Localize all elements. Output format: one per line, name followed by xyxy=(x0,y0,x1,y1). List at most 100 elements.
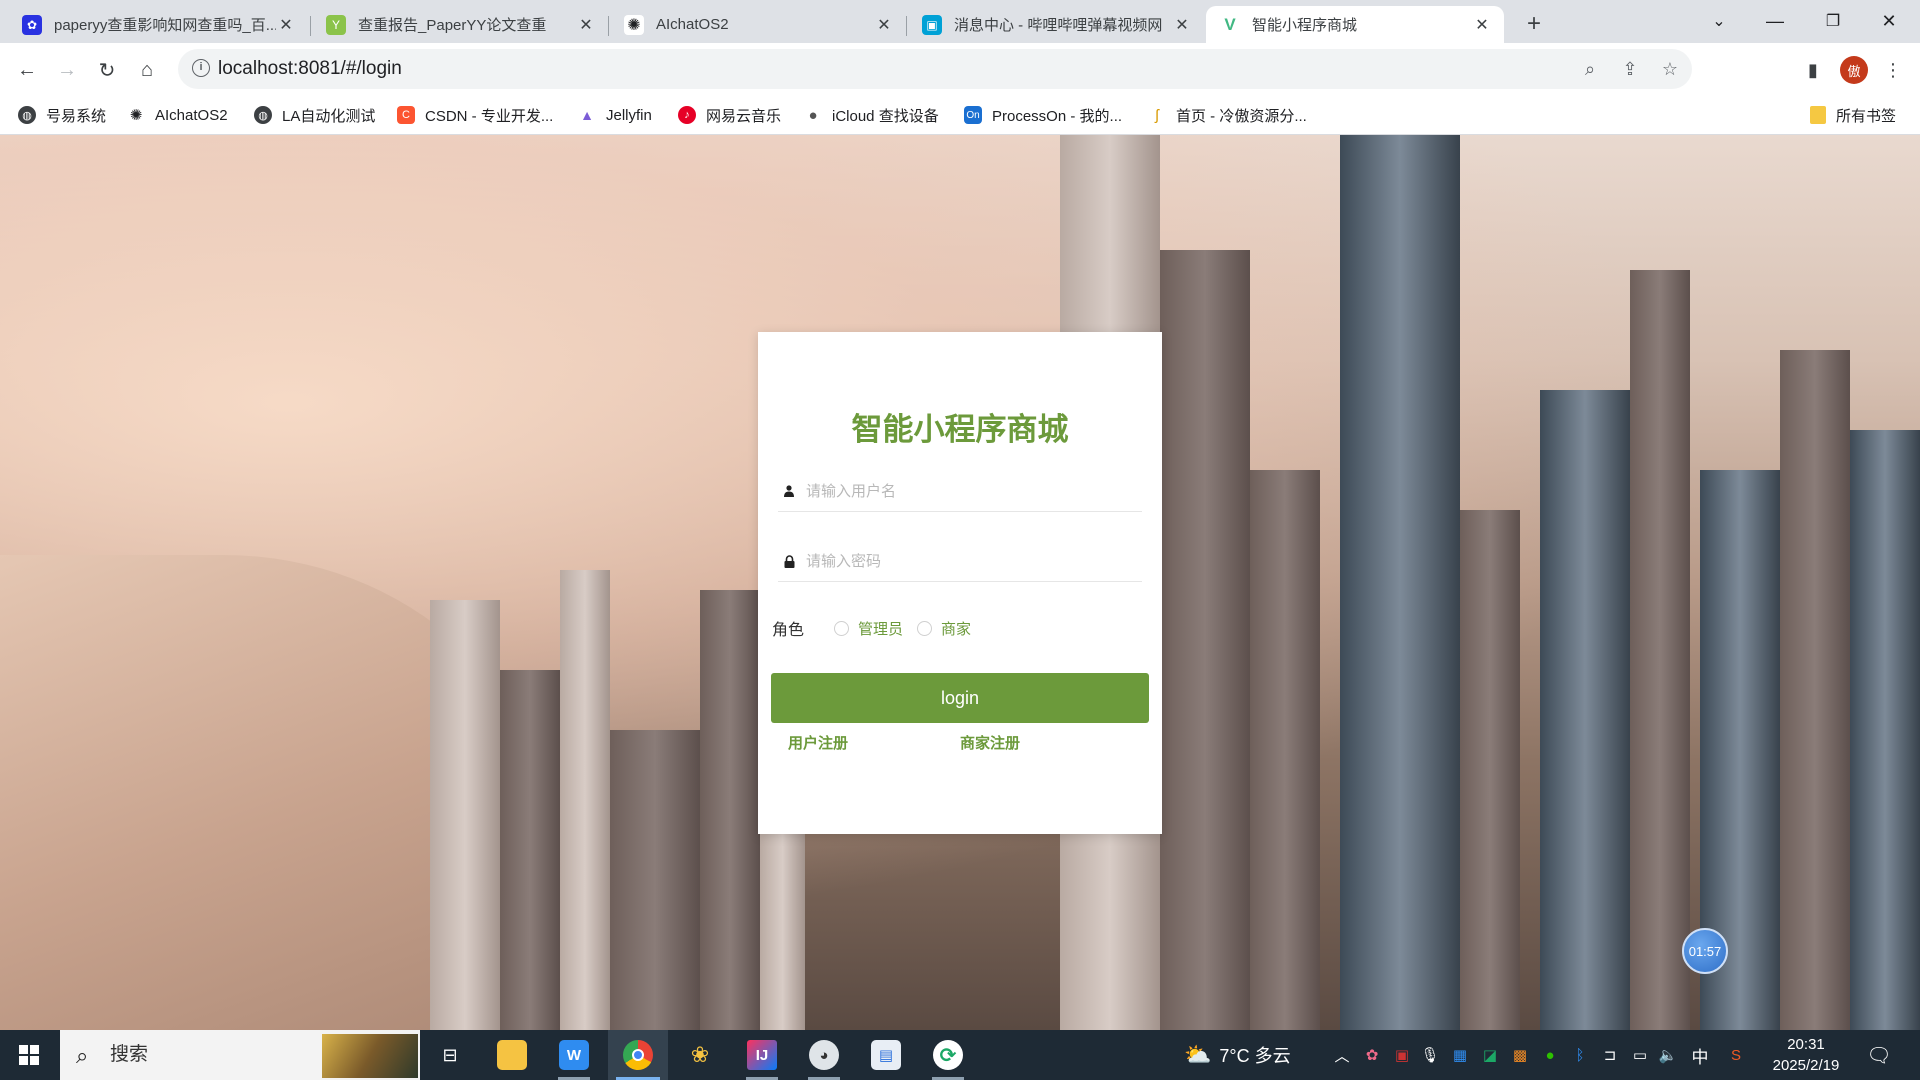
bookmark-item[interactable]: ʃ 首页 - 冷傲资源分... xyxy=(1148,95,1307,135)
close-icon[interactable]: ✕ xyxy=(276,15,296,35)
close-icon[interactable]: ✕ xyxy=(576,15,596,35)
task-view-button[interactable]: ⊟ xyxy=(420,1030,480,1080)
share-icon[interactable]: ⇪ xyxy=(1618,57,1642,81)
radio-circle[interactable] xyxy=(917,620,933,636)
bookmark-item[interactable]: On ProcessOn - 我的... xyxy=(964,95,1122,135)
role-admin-label[interactable]: 管理员 xyxy=(858,618,903,639)
tab-title: AIchatOS2 xyxy=(656,16,729,33)
file-explorer-app[interactable] xyxy=(482,1030,542,1080)
display-icon[interactable]: ▭ xyxy=(1630,1045,1650,1065)
microphone-icon[interactable]: 🎙 xyxy=(1420,1045,1440,1065)
zoom-icon[interactable]: ⌕ xyxy=(1578,57,1602,81)
role-merchant-label[interactable]: 商家 xyxy=(941,618,971,639)
bookmark-label: 号易系统 xyxy=(46,107,107,125)
forward-button[interactable]: → xyxy=(52,55,82,85)
login-button[interactable]: login xyxy=(771,673,1149,723)
bird-app[interactable]: ❀ xyxy=(670,1030,730,1080)
url-text[interactable]: localhost:8081/#/login xyxy=(218,49,402,89)
resource-icon: ʃ xyxy=(1148,106,1166,124)
window-icon: ▤ xyxy=(871,1040,901,1070)
tray-overflow-icon[interactable]: ︿ xyxy=(1332,1045,1352,1065)
green-refresh-app[interactable]: ⟳ xyxy=(918,1030,978,1080)
tab-aichatos[interactable]: ✺ AIchatOS2 ✕ xyxy=(610,6,906,43)
password-input[interactable] xyxy=(806,542,1136,580)
tray-app-icon[interactable]: ◪ xyxy=(1480,1045,1500,1065)
reload-button[interactable]: ↻ xyxy=(92,55,122,85)
tab-paperyy-report[interactable]: Y 查重报告_PaperYY论文查重 ✕ xyxy=(312,6,608,43)
bookmark-item[interactable]: ♪ 网易云音乐 xyxy=(678,95,781,135)
bookmark-label: Jellyfin xyxy=(606,106,652,124)
merchant-register-link[interactable]: 商家注册 xyxy=(960,732,1020,753)
close-icon[interactable]: ✕ xyxy=(1472,15,1492,35)
role-admin-radio[interactable]: 管理员 xyxy=(834,618,903,639)
minimize-button[interactable]: — xyxy=(1748,6,1802,36)
bookmark-label: ProcessOn - 我的... xyxy=(992,107,1123,125)
close-icon[interactable]: ✕ xyxy=(1172,15,1192,35)
weather-widget[interactable]: ⛅ 7°C 多云 xyxy=(1184,1030,1291,1080)
intellij-app[interactable]: IJ xyxy=(732,1030,792,1080)
network-icon[interactable]: ⊐ xyxy=(1600,1045,1620,1065)
background-building xyxy=(610,730,700,1030)
folder-icon xyxy=(497,1040,527,1070)
password-field xyxy=(778,542,1142,582)
bookmark-item[interactable]: ◍ 号易系统 xyxy=(18,95,106,135)
username-field xyxy=(778,472,1142,512)
tab-bilibili[interactable]: ▣ 消息中心 - 哔哩哔哩弹幕视频网 ✕ xyxy=(908,6,1204,43)
maximize-button[interactable]: ❐ xyxy=(1806,6,1860,36)
tab-separator xyxy=(906,16,907,36)
bookmark-star-icon[interactable]: ☆ xyxy=(1658,57,1682,81)
bookmark-item[interactable]: ✺ AIchatOS2 xyxy=(127,95,228,135)
wps-app[interactable]: W xyxy=(544,1030,604,1080)
tab-smart-mall[interactable]: V 智能小程序商城 ✕ xyxy=(1206,6,1504,43)
wechat-style-app[interactable]: ◕ xyxy=(794,1030,854,1080)
taskbar-clock[interactable]: 20:31 2025/2/19 xyxy=(1764,1034,1848,1076)
sogou-input-icon[interactable]: S xyxy=(1726,1045,1746,1065)
all-bookmarks-folder[interactable]: 所有书签 xyxy=(1810,95,1896,135)
side-panel-icon[interactable]: ▮ xyxy=(1798,55,1828,85)
new-tab-button[interactable]: + xyxy=(1520,10,1548,38)
bluetooth-icon[interactable]: ᛒ xyxy=(1570,1045,1590,1065)
radio-circle[interactable] xyxy=(834,620,850,636)
search-icon: ⌕ xyxy=(76,1043,89,1068)
openai-icon: ✺ xyxy=(127,106,145,124)
bookmark-item[interactable]: ◍ LA自动化测试 xyxy=(254,95,375,135)
notification-icon[interactable]: 🗨 xyxy=(1866,1042,1892,1068)
role-merchant-radio[interactable]: 商家 xyxy=(917,618,971,639)
netease-music-icon: ♪ xyxy=(678,106,696,124)
bookmark-item[interactable]: C CSDN - 专业开发... xyxy=(397,95,553,135)
bookmark-item[interactable]: ● iCloud 查找设备 xyxy=(804,95,939,135)
close-icon[interactable]: ✕ xyxy=(874,15,894,35)
tab-paperyy-baidu[interactable]: ✿ paperyy查重影响知网查重吗_百... ✕ xyxy=(8,6,308,43)
window-close-button[interactable]: ✕ xyxy=(1862,6,1916,36)
tray-app-icon[interactable]: ✿ xyxy=(1362,1045,1382,1065)
baidu-paw-icon: ✿ xyxy=(22,14,42,35)
tray-app-icon[interactable]: ▣ xyxy=(1392,1045,1412,1065)
bookmark-item[interactable]: ▲ Jellyfin xyxy=(578,95,652,135)
chat-bubble-icon: ◕ xyxy=(809,1040,839,1070)
username-input[interactable] xyxy=(806,472,1136,510)
back-button[interactable]: ← xyxy=(12,55,42,85)
tab-search-icon[interactable]: ⌄ xyxy=(1692,6,1746,36)
input-method-indicator[interactable]: 中 xyxy=(1690,1045,1710,1067)
windows-taskbar: ⌕ 搜索 ⊟ W ❀ IJ ◕ ▤ ⟳ ⛅ 7°C 多云 ︿ ✿ ▣ 🎙 ▦ ◪… xyxy=(0,1030,1920,1080)
floating-timer-bubble[interactable]: 01:57 xyxy=(1682,928,1728,974)
profile-avatar[interactable]: 傲 xyxy=(1840,56,1868,84)
tab-title: paperyy查重影响知网查重吗_百... xyxy=(54,17,276,34)
volume-icon[interactable]: 🔈 xyxy=(1658,1045,1678,1065)
chrome-app[interactable] xyxy=(608,1030,668,1080)
notes-app[interactable]: ▤ xyxy=(856,1030,916,1080)
wechat-tray-icon[interactable]: ● xyxy=(1540,1045,1560,1065)
address-bar[interactable]: i localhost:8081/#/login ☆ ⇪ ⌕ xyxy=(178,49,1692,89)
menu-kebab-icon[interactable]: ⋮ xyxy=(1878,55,1908,85)
home-button[interactable]: ⌂ xyxy=(132,55,162,85)
wps-tray-icon[interactable]: ▦ xyxy=(1450,1045,1470,1065)
tray-app-icon[interactable]: ▩ xyxy=(1510,1045,1530,1065)
user-register-link[interactable]: 用户注册 xyxy=(788,732,848,753)
paperyy-icon: Y xyxy=(326,14,346,35)
windows-start-button[interactable] xyxy=(0,1030,58,1080)
folder-icon xyxy=(1810,106,1826,124)
site-info-icon[interactable]: i xyxy=(192,59,210,77)
taskbar-search-box[interactable]: ⌕ 搜索 xyxy=(60,1030,420,1080)
clock-time: 20:31 xyxy=(1787,1036,1825,1053)
bookmark-label: LA自动化测试 xyxy=(282,107,376,125)
